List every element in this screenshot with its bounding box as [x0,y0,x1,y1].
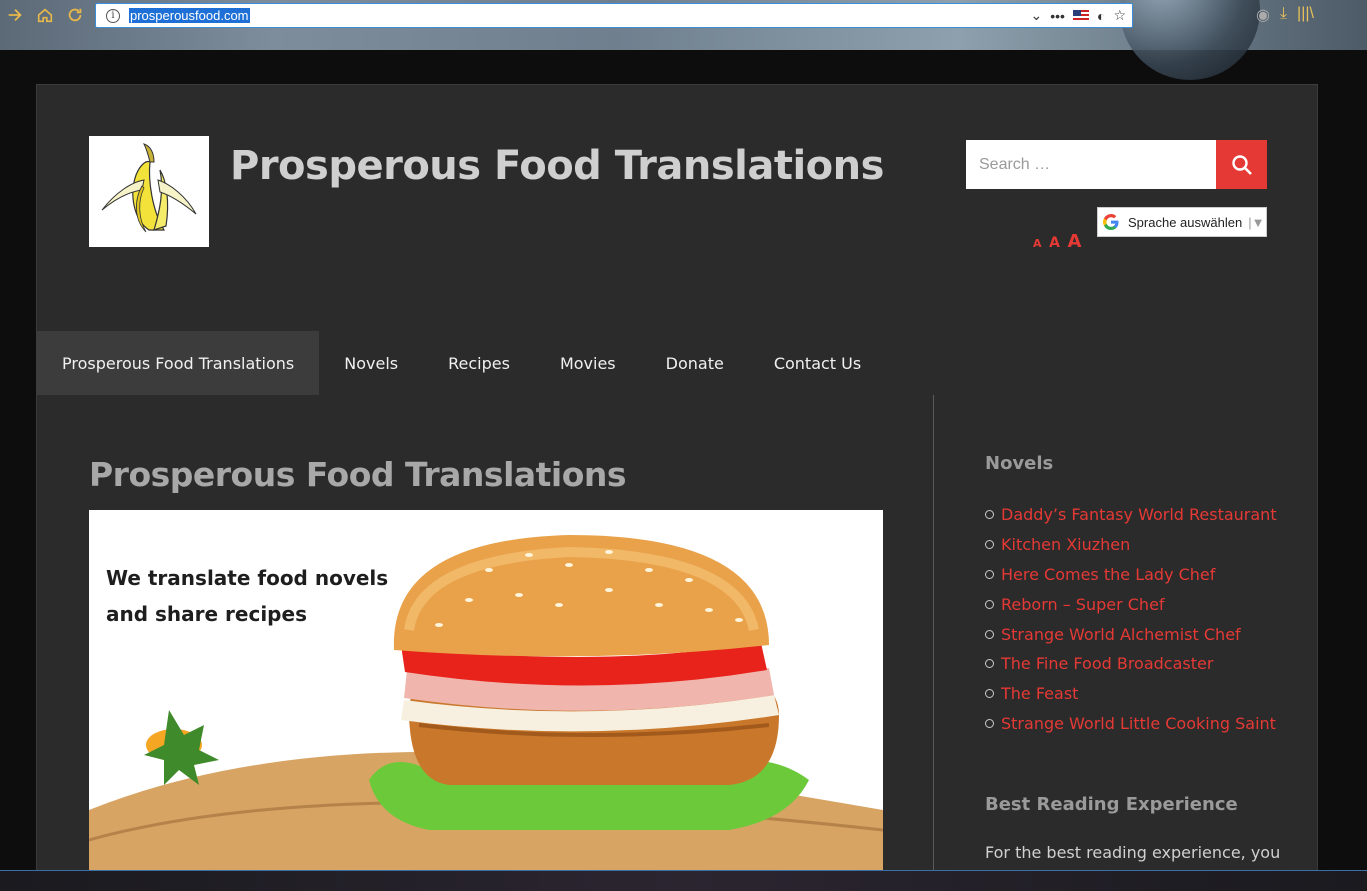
more-icon[interactable]: ••• [1050,8,1065,24]
flag-us-icon[interactable] [1072,9,1089,22]
url-bar[interactable]: i prosperousfood.com ⌄ ••• ◐ ☆ [95,3,1133,28]
reading-widget-text: For the best reading experience, you [985,843,1281,863]
bullet-icon [985,540,994,550]
search-placeholder: Search … [979,155,1051,173]
bullet-icon [985,718,994,728]
nav-item-recipes[interactable]: Recipes [423,331,535,395]
novel-link[interactable]: Daddy’s Fantasy World Restaurant [1001,505,1277,524]
hero-caption: We translate food novels and share recip… [106,560,388,632]
font-size-small-button[interactable]: A [1033,237,1042,250]
novel-link[interactable]: Strange World Little Cooking Saint [1001,714,1276,733]
font-size-medium-button[interactable]: A [1049,235,1060,251]
hero-caption-line1: We translate food novels [106,566,389,590]
list-item: Strange World Alchemist Chef [985,619,1285,649]
library-icon[interactable]: |||\ [1297,5,1314,25]
nav-item-novels[interactable]: Novels [319,331,423,395]
taskbar-strip [0,870,1367,891]
list-item: Here Comes the Lady Chef [985,560,1285,590]
font-size-large-button[interactable]: A [1068,231,1082,252]
sidebar: Novels Daddy’s Fantasy World Restaurant … [985,453,1285,862]
background-planet [1120,0,1260,80]
hero-caption-line2: and share recipes [106,602,307,626]
reading-widget-title: Best Reading Experience [985,794,1238,816]
info-icon[interactable]: i [106,8,120,23]
nav-item-home[interactable]: Prosperous Food Translations [37,331,320,395]
novel-link[interactable]: Reborn – Super Chef [1001,595,1165,614]
browser-toolbar: i prosperousfood.com ⌄ ••• ◐ ☆ ◉ ⤓ |||\ [0,0,1367,80]
list-item: Kitchen Xiuzhen [985,530,1285,560]
site-logo[interactable] [89,136,209,247]
novel-link[interactable]: Strange World Alchemist Chef [1001,625,1241,644]
content-divider [933,395,934,891]
download-icon[interactable]: ⤓ [1280,5,1287,25]
novel-link[interactable]: Kitchen Xiuzhen [1001,535,1130,554]
bullet-icon [985,689,994,699]
novel-link[interactable]: The Fine Food Broadcaster [1001,654,1213,673]
sync-icon[interactable]: ◉ [1256,5,1270,25]
font-size-controls: A A A [1033,231,1081,252]
site-title[interactable]: Prosperous Food Translations [230,143,884,189]
search-icon [1231,154,1252,175]
list-item: Reborn – Super Chef [985,589,1285,619]
site-container: Prosperous Food Translations Search … Sp… [36,84,1318,891]
novels-list: Daddy’s Fantasy World Restaurant Kitchen… [985,500,1285,738]
chevron-down-icon[interactable]: ⌄ [1031,7,1043,24]
reload-icon[interactable] [64,4,86,26]
bullet-icon [985,629,994,639]
banana-logo-icon [101,142,197,232]
search-button[interactable] [1216,140,1267,189]
novel-link[interactable]: The Feast [1001,684,1078,703]
bullet-icon [985,599,994,609]
search-input[interactable]: Search … [966,140,1216,189]
nav-item-contact[interactable]: Contact Us [749,331,886,395]
bullet-icon [985,569,994,579]
nav-item-donate[interactable]: Donate [641,331,749,395]
list-item: The Feast [985,679,1285,709]
list-item: Strange World Little Cooking Saint [985,709,1285,739]
list-item: Daddy’s Fantasy World Restaurant [985,500,1285,530]
language-select-label: Sprache auswählen [1128,214,1243,230]
nav-item-movies[interactable]: Movies [535,331,641,395]
back-arrow-icon[interactable] [4,4,26,26]
list-item: The Fine Food Broadcaster [985,649,1285,679]
bullet-icon [985,510,994,520]
main-navigation: Prosperous Food Translations Novels Reci… [37,331,886,395]
url-text[interactable]: prosperousfood.com [129,8,250,23]
post-title[interactable]: Prosperous Food Translations [89,455,627,494]
google-icon [1103,214,1119,230]
language-select[interactable]: Sprache auswählen |▼ [1097,207,1267,237]
dropdown-arrow-icon: |▼ [1248,214,1265,230]
hero-image: We translate food novels and share recip… [89,510,883,870]
bullet-icon [985,659,994,669]
star-icon[interactable]: ☆ [1113,7,1126,24]
reading-widget: Best Reading Experience For the best rea… [985,794,1285,862]
tracking-icon[interactable]: ◐ [1097,8,1105,24]
home-icon[interactable] [34,4,56,26]
novels-widget-title: Novels [985,453,1054,474]
novel-link[interactable]: Here Comes the Lady Chef [1001,565,1215,584]
